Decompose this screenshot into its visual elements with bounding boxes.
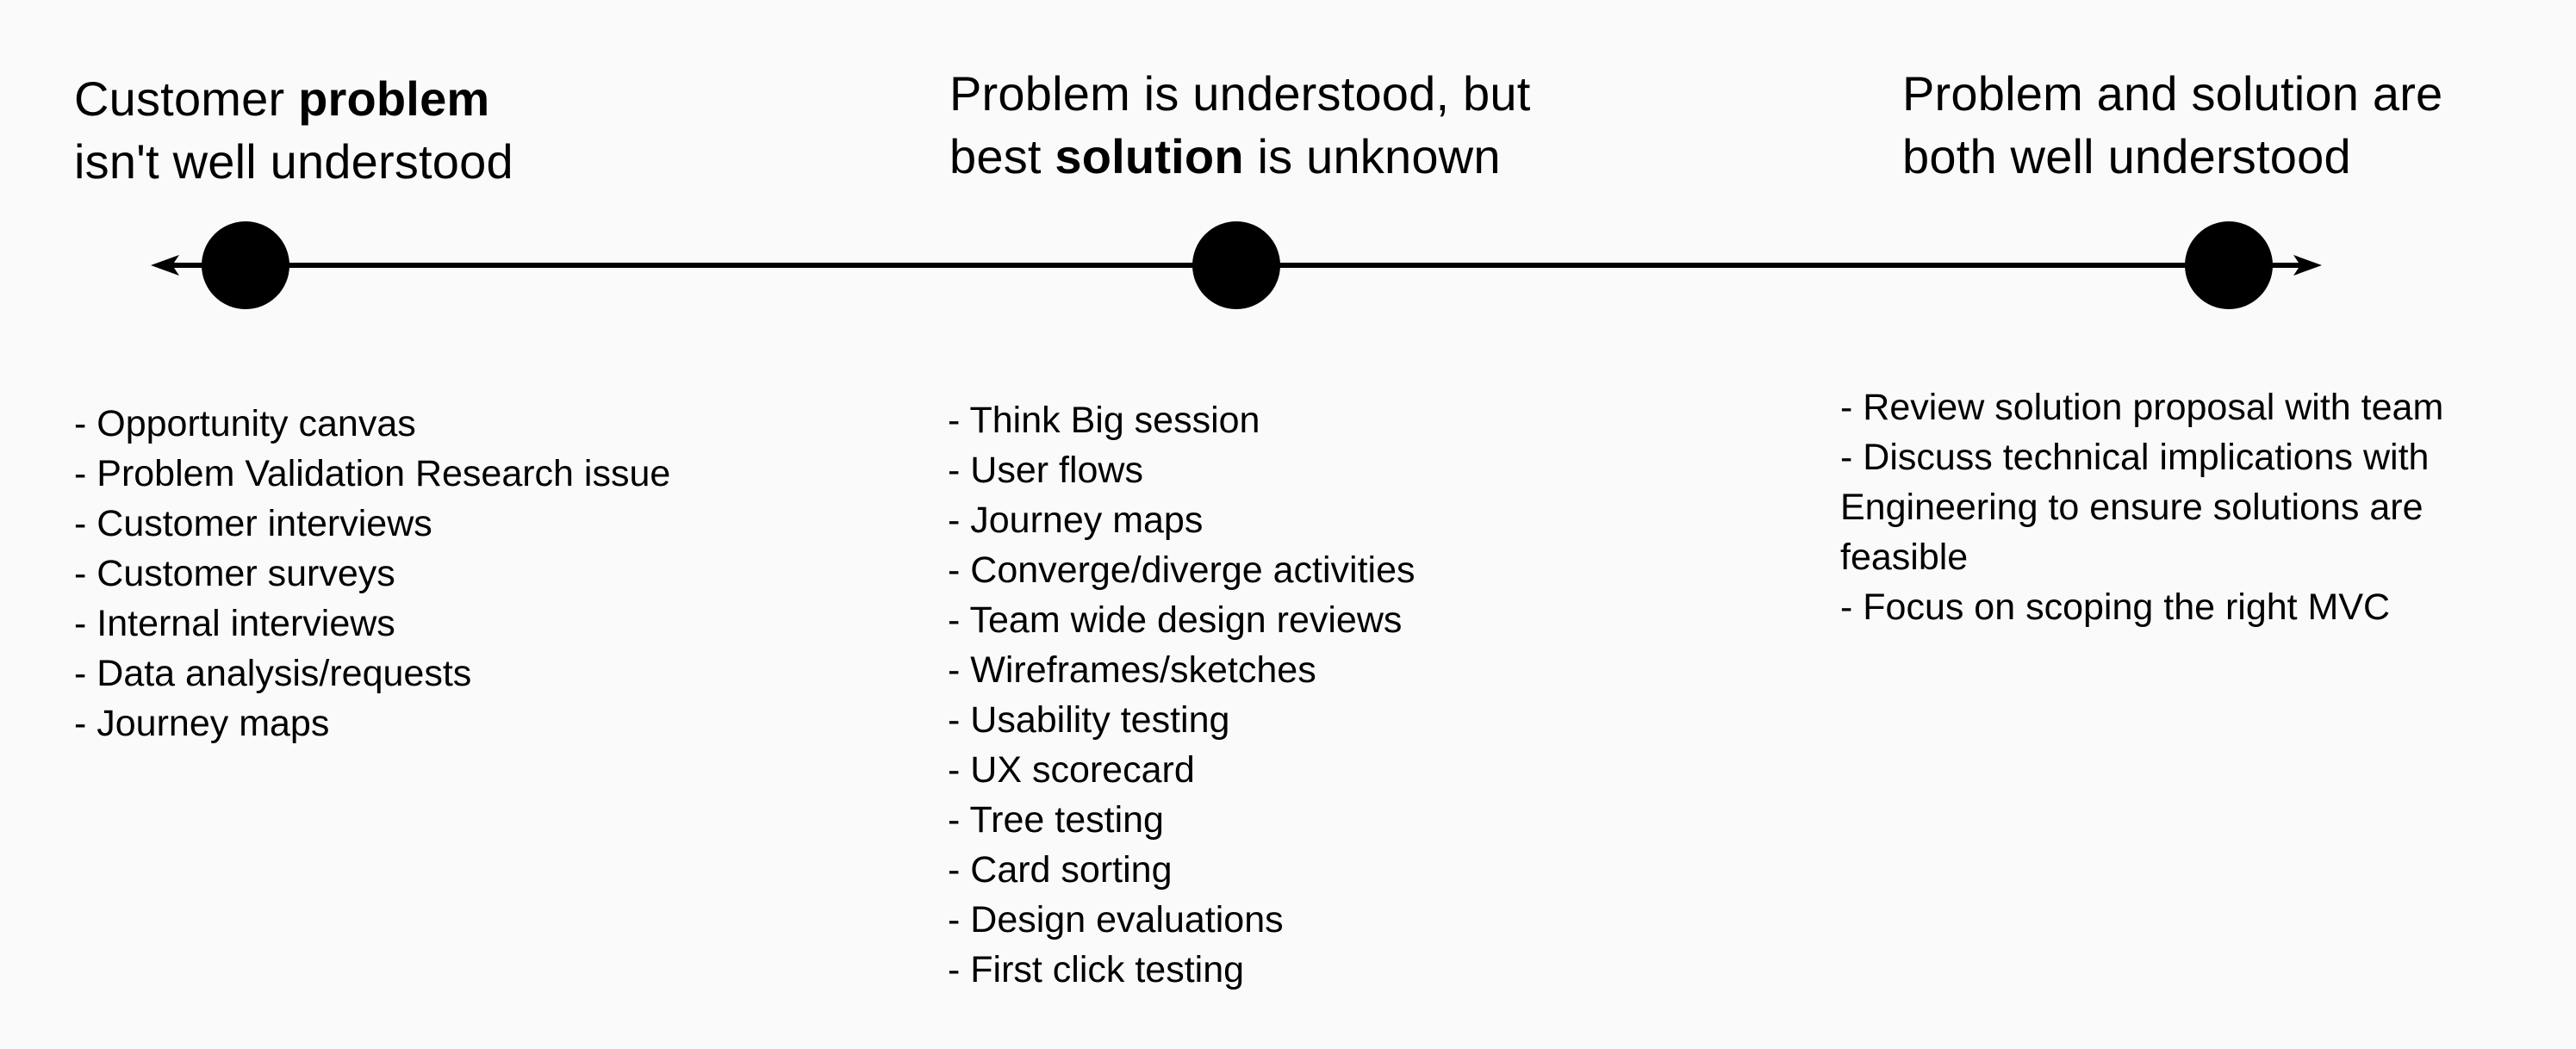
arrow-right-icon (2293, 255, 2322, 276)
list-item: - Data analysis/requests (74, 653, 472, 694)
list-item: - Journey maps (948, 500, 1204, 541)
emphasis-problem: problem (298, 71, 490, 126)
stage-2-activities: - Think Big session - User flows - Journ… (948, 395, 1416, 995)
stage-2-marker (1192, 221, 1280, 309)
list-item: - Journey maps (74, 703, 330, 744)
stage-3-marker (2185, 221, 2273, 309)
emphasis-solution: solution (1055, 129, 1244, 183)
stage-2-heading: Problem is understood, but best solution… (949, 62, 1530, 188)
stage-3-heading-line-1: Problem and solution are (1902, 66, 2443, 121)
list-item: - Problem Validation Research issue (74, 453, 671, 494)
list-item: - Discuss technical implications with En… (1840, 437, 2430, 578)
stage-2-heading-line-2: best solution is unknown (949, 129, 1501, 183)
stage-1-activities: - Opportunity canvas - Problem Validatio… (74, 399, 670, 748)
arrow-left-icon (151, 255, 179, 276)
list-item: - Converge/diverge activities (948, 549, 1416, 591)
list-item: - First click testing (948, 949, 1245, 990)
list-item: - Opportunity canvas (74, 403, 416, 444)
stage-1-heading-line-2: isn't well understood (74, 134, 513, 189)
stage-1-heading-line-1: Customer problem (74, 71, 490, 126)
list-item: - Review solution proposal with team (1840, 387, 2444, 428)
list-item: - Tree testing (948, 799, 1164, 841)
list-item: - Team wide design reviews (948, 599, 1403, 641)
list-item: - Usability testing (948, 699, 1230, 741)
stage-1-heading: Customer problem isn't well understood (74, 67, 513, 193)
list-item: - Wireframes/sketches (948, 649, 1316, 691)
list-item: - Internal interviews (74, 603, 395, 644)
stage-3-heading-line-2: both well understood (1902, 129, 2351, 183)
stage-2-heading-line-1: Problem is understood, but (949, 66, 1531, 121)
list-item: - Card sorting (948, 849, 1173, 891)
list-item: - Customer surveys (74, 553, 395, 594)
stage-1-marker (202, 221, 289, 309)
list-item: - UX scorecard (948, 749, 1195, 791)
list-item: - Think Big session (948, 400, 1260, 441)
list-item: - User flows (948, 450, 1143, 491)
list-item: - Customer interviews (74, 503, 432, 544)
list-item: - Focus on scoping the right MVC (1840, 587, 2391, 628)
stage-3-heading: Problem and solution are both well under… (1902, 62, 2442, 188)
list-item: - Design evaluations (948, 899, 1284, 940)
stage-3-activities: - Review solution proposal with team - D… (1840, 382, 2529, 632)
